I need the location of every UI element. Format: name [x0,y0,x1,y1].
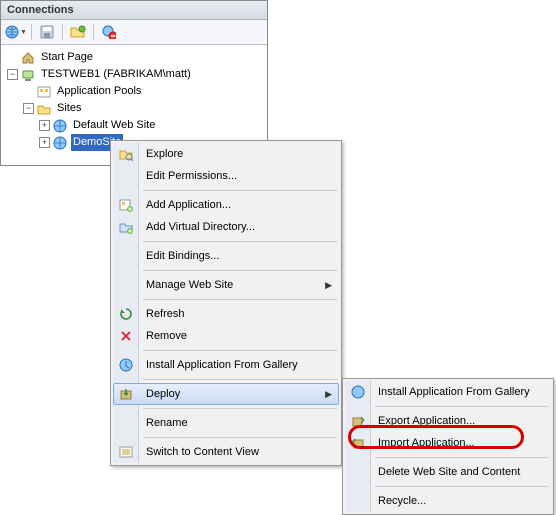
add-vdir-icon [117,218,135,236]
menu-label: Add Virtual Directory... [146,221,255,233]
menu-label: Edit Permissions... [146,170,237,182]
deploy-icon [117,385,135,403]
tree-node-start-page[interactable]: Start Page [3,49,265,66]
explore-icon [117,145,135,163]
menu-label: Refresh [146,308,185,320]
menu-label: Add Application... [146,199,231,211]
menu-item-install-gallery[interactable]: Install Application From Gallery [113,354,339,376]
menu-item-add-application[interactable]: Add Application... [113,194,339,216]
menu-item-install-gallery-sub[interactable]: Install Application From Gallery [345,381,551,403]
menu-item-refresh[interactable]: Refresh [113,303,339,325]
globe-remove-icon [102,25,116,39]
expand-toggle[interactable]: + [39,137,50,148]
menu-label: Recycle... [378,495,426,507]
menu-separator [143,190,337,191]
toolbar-separator [31,24,32,40]
toolbar-separator [93,24,94,40]
menu-item-edit-bindings[interactable]: Edit Bindings... [113,245,339,267]
menu-item-edit-permissions[interactable]: Edit Permissions... [113,165,339,187]
toolbar-separator [62,24,63,40]
gallery-icon [117,356,135,374]
menu-item-rename[interactable]: Rename [113,412,339,434]
menu-item-explore[interactable]: Explore [113,143,339,165]
save-button[interactable] [36,22,58,42]
connections-toolbar: ▼ [1,20,267,45]
menu-separator [143,241,337,242]
home-icon [20,50,36,66]
menu-label: Rename [146,417,188,429]
menu-label: Install Application From Gallery [378,386,530,398]
menu-separator [143,437,337,438]
tree-label: Sites [55,100,83,117]
tree-node-app-pools[interactable]: Application Pools [3,83,265,100]
site-icon [52,118,68,134]
menu-label: Install Application From Gallery [146,359,298,371]
context-menu-deploy: Install Application From Gallery Export … [342,378,554,515]
menu-label: Export Application... [378,415,475,427]
menu-separator [143,379,337,380]
expand-toggle[interactable]: + [39,120,50,131]
folder-open-icon [70,25,86,39]
context-menu-site: Explore Edit Permissions... Add Applicat… [110,140,342,466]
refresh-icon [117,305,135,323]
globe-icon [5,25,19,39]
connect-button[interactable]: ▼ [5,22,27,42]
collapse-toggle[interactable]: − [7,69,18,80]
menu-label: Explore [146,148,183,160]
menu-separator [375,457,549,458]
add-app-icon [117,196,135,214]
menu-item-add-vdir[interactable]: Add Virtual Directory... [113,216,339,238]
remove-connection-button[interactable] [98,22,120,42]
open-folder-button[interactable] [67,22,89,42]
tree-label: TESTWEB1 (FABRIKAM\matt) [39,66,193,83]
menu-item-deploy[interactable]: Deploy ▶ [113,383,339,405]
menu-item-switch-content-view[interactable]: Switch to Content View [113,441,339,463]
menu-item-manage-site[interactable]: Manage Web Site ▶ [113,274,339,296]
menu-item-export-application[interactable]: Export Application... [345,410,551,432]
site-icon [52,135,68,151]
tree-label: Application Pools [55,83,143,100]
menu-item-recycle[interactable]: Recycle... [345,490,551,512]
menu-label: Delete Web Site and Content [378,466,520,478]
tree-node-server[interactable]: − TESTWEB1 (FABRIKAM\matt) [3,66,265,83]
menu-item-remove[interactable]: Remove [113,325,339,347]
export-icon [349,412,367,430]
menu-item-delete-site[interactable]: Delete Web Site and Content [345,461,551,483]
tree-label: Default Web Site [71,117,157,134]
menu-label: Switch to Content View [146,446,259,458]
remove-icon [117,327,135,345]
collapse-toggle[interactable]: − [23,103,34,114]
menu-label: Manage Web Site [146,279,233,291]
dropdown-arrow-icon: ▼ [20,29,27,36]
menu-item-import-application[interactable]: Import Application... [345,432,551,454]
submenu-arrow-icon: ▶ [325,280,332,291]
content-view-icon [117,443,135,461]
menu-separator [375,406,549,407]
menu-separator [375,486,549,487]
menu-separator [143,408,337,409]
menu-label: Edit Bindings... [146,250,219,262]
server-icon [20,67,36,83]
tree-node-sites[interactable]: − Sites [3,100,265,117]
panel-title: Connections [1,1,267,20]
import-icon [349,434,367,452]
submenu-arrow-icon: ▶ [325,389,332,400]
gallery-icon [349,383,367,401]
folder-icon [36,101,52,117]
menu-separator [143,350,337,351]
app-pools-icon [36,84,52,100]
tree-label: Start Page [39,49,95,66]
menu-label: Import Application... [378,437,475,449]
menu-separator [143,270,337,271]
menu-label: Remove [146,330,187,342]
menu-separator [143,299,337,300]
menu-label: Deploy [146,388,180,400]
save-icon [40,25,54,39]
tree-node-default-site[interactable]: + Default Web Site [3,117,265,134]
